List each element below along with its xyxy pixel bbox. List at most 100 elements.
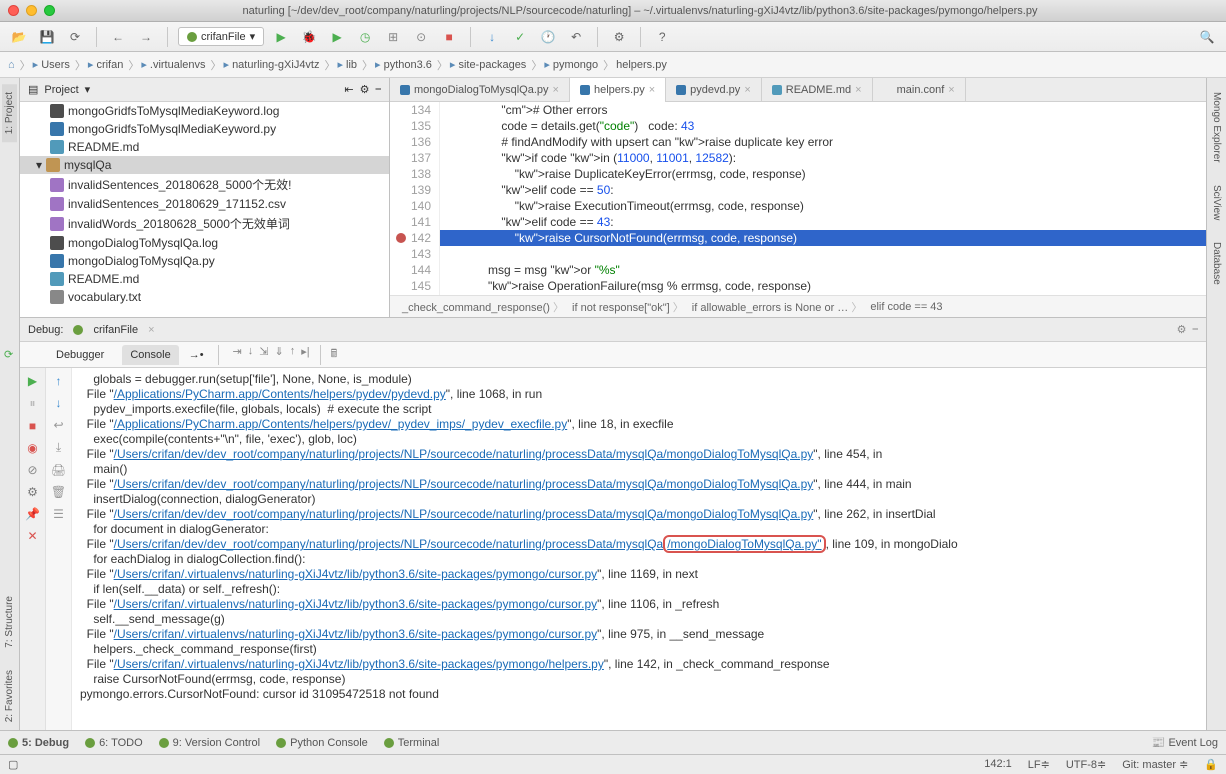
view-breakpoints-icon[interactable]: ◉ bbox=[27, 441, 37, 455]
status-icon[interactable]: ▢ bbox=[8, 758, 18, 771]
filter-icon[interactable]: ☰ bbox=[53, 507, 64, 521]
tree-item[interactable]: mongoGridfsToMysqlMediaKeyword.py bbox=[20, 120, 389, 138]
tree-item[interactable]: README.md bbox=[20, 138, 389, 156]
code-editor[interactable]: 134135136137138139140141142143144145146 … bbox=[390, 102, 1206, 295]
bottom-tab[interactable]: Terminal bbox=[384, 737, 440, 749]
editor-tab[interactable]: pydevd.py × bbox=[666, 78, 762, 102]
step-out-icon[interactable]: ↑ bbox=[290, 345, 296, 365]
settings-icon[interactable]: ⚙ bbox=[608, 26, 630, 48]
pause-icon[interactable]: ⏸ bbox=[29, 396, 35, 411]
pin-tab-icon[interactable]: 📌 bbox=[25, 507, 40, 521]
run-icon[interactable]: ▶ bbox=[270, 26, 292, 48]
tree-item[interactable]: invalidSentences_20180628_5000个无效! bbox=[20, 174, 389, 195]
tree-item[interactable]: ▾ mysqlQa bbox=[20, 156, 389, 174]
editor-breadcrumbs[interactable]: _check_command_response()if not response… bbox=[390, 295, 1206, 317]
open-file-icon[interactable]: 📂 bbox=[8, 26, 30, 48]
breadcrumb-item[interactable]: ▸ naturling-gXiJ4vtz bbox=[224, 57, 336, 73]
breadcrumb-item[interactable]: ▸ .virtualenvs bbox=[141, 57, 221, 73]
help-icon[interactable]: ? bbox=[651, 26, 673, 48]
vcs-update-icon[interactable]: ↓ bbox=[481, 26, 503, 48]
forward-icon[interactable]: → bbox=[135, 26, 157, 48]
line-ending[interactable]: LF≑ bbox=[1028, 758, 1050, 771]
home-icon[interactable]: ⌂ bbox=[8, 57, 31, 73]
stop-debug-icon[interactable]: ■ bbox=[29, 419, 36, 433]
bottom-tab[interactable]: Python Console bbox=[276, 737, 368, 749]
editor-tab[interactable]: mongoDialogToMysqlQa.py × bbox=[390, 78, 570, 102]
editor-tab[interactable]: main.conf × bbox=[873, 78, 966, 102]
readonly-lock-icon[interactable]: 🔒 bbox=[1204, 758, 1218, 771]
dropdown-icon[interactable]: ▾ bbox=[85, 83, 91, 96]
bottom-tab[interactable]: 9: Version Control bbox=[159, 737, 260, 749]
collapse-icon[interactable]: ⇤ bbox=[344, 83, 353, 96]
scroll-end-icon[interactable]: ⤓ bbox=[56, 440, 61, 455]
database-tab[interactable]: Database bbox=[1209, 234, 1224, 293]
vcs-revert-icon[interactable]: ↶ bbox=[565, 26, 587, 48]
minimize-window-button[interactable] bbox=[26, 5, 37, 16]
breadcrumb-item[interactable]: ▸ crifan bbox=[88, 57, 139, 73]
tree-item[interactable]: mongoDialogToMysqlQa.py bbox=[20, 252, 389, 270]
back-icon[interactable]: ← bbox=[107, 26, 129, 48]
breadcrumb-item[interactable]: ▸ pymongo bbox=[544, 57, 614, 73]
hide-panel-icon[interactable]: ⎯ bbox=[376, 83, 382, 96]
run-to-cursor-icon[interactable]: ▸| bbox=[301, 345, 309, 365]
file-encoding[interactable]: UTF-8≑ bbox=[1066, 758, 1106, 771]
rerun-icon[interactable]: ⟳ bbox=[4, 348, 13, 361]
settings-gear-icon[interactable]: ⚙ bbox=[360, 83, 370, 96]
maximize-window-button[interactable] bbox=[44, 5, 55, 16]
concurrency-icon[interactable]: ⊞ bbox=[382, 26, 404, 48]
print-icon[interactable]: 🖨 bbox=[51, 463, 66, 477]
console-output[interactable]: globals = debugger.run(setup['file'], No… bbox=[72, 368, 1206, 730]
console-pin-icon[interactable]: →• bbox=[189, 349, 204, 361]
debug-icon[interactable]: 🐞 bbox=[298, 26, 320, 48]
close-window-button[interactable] bbox=[8, 5, 19, 16]
editor-tab[interactable]: README.md × bbox=[762, 78, 873, 102]
vcs-commit-icon[interactable]: ✓ bbox=[509, 26, 531, 48]
debug-gear-icon[interactable]: ⚙ bbox=[1177, 323, 1187, 336]
project-tool-tab[interactable]: 1: Project bbox=[2, 84, 17, 142]
down-stack-icon[interactable]: ↓ bbox=[56, 396, 62, 410]
mongo-explorer-tab[interactable]: Mongo Explorer bbox=[1209, 84, 1224, 171]
project-tree[interactable]: mongoGridfsToMysqlMediaKeyword.log mongo… bbox=[20, 102, 389, 317]
evaluate-icon[interactable]: 🖩 bbox=[331, 345, 338, 365]
save-icon[interactable]: 💾 bbox=[36, 26, 58, 48]
caret-position[interactable]: 142:1 bbox=[984, 758, 1012, 771]
settings-debug-icon[interactable]: ⚙ bbox=[27, 485, 38, 499]
code-crumb[interactable]: if allowable_errors is None or … bbox=[692, 299, 863, 315]
soft-wrap-icon[interactable]: ↩ bbox=[53, 418, 63, 432]
close-session-icon[interactable]: × bbox=[148, 324, 154, 336]
tree-item[interactable]: mongoDialogToMysqlQa.log bbox=[20, 234, 389, 252]
refresh-icon[interactable]: ⟳ bbox=[64, 26, 86, 48]
breadcrumb-item[interactable]: ▸ python3.6 bbox=[375, 57, 448, 73]
debugger-tab[interactable]: Debugger bbox=[48, 345, 112, 365]
structure-tool-tab[interactable]: 7: Structure bbox=[2, 588, 17, 656]
close-debug-icon[interactable]: ✕ bbox=[27, 529, 37, 543]
event-log-tab[interactable]: 📰 Event Log bbox=[1152, 736, 1218, 749]
tree-item[interactable]: vocabulary.txt bbox=[20, 288, 389, 306]
breadcrumb-item[interactable]: ▸ site-packages bbox=[450, 57, 542, 73]
mute-breakpoints-icon[interactable]: ⊘ bbox=[27, 463, 37, 477]
code-crumb[interactable]: _check_command_response() bbox=[402, 299, 564, 315]
code-crumb[interactable]: elif code == 43 bbox=[870, 301, 942, 313]
tree-item[interactable]: invalidWords_20180628_5000个无效单词 bbox=[20, 213, 389, 234]
up-stack-icon[interactable]: ↑ bbox=[56, 374, 62, 388]
bottom-tab[interactable]: 5: Debug bbox=[8, 737, 69, 749]
code-content[interactable]: "cm"># Other errors code = details.get("… bbox=[440, 102, 1206, 295]
coverage-icon[interactable]: ▶ bbox=[326, 26, 348, 48]
sciview-tab[interactable]: SciView bbox=[1209, 177, 1224, 228]
editor-tab[interactable]: helpers.py × bbox=[570, 78, 666, 102]
resume-icon[interactable]: ▶ bbox=[28, 374, 37, 388]
tree-item[interactable]: README.md bbox=[20, 270, 389, 288]
stop-icon[interactable]: ■ bbox=[438, 26, 460, 48]
bottom-tab[interactable]: 6: TODO bbox=[85, 737, 143, 749]
tree-item[interactable]: mongoGridfsToMysqlMediaKeyword.log bbox=[20, 102, 389, 120]
force-step-icon[interactable]: ⇓ bbox=[274, 345, 283, 365]
breadcrumb-item[interactable]: ▸ Users bbox=[33, 57, 86, 73]
breadcrumb-item[interactable]: helpers.py bbox=[616, 59, 672, 71]
step-over-icon[interactable]: ⇥ bbox=[233, 345, 242, 365]
step-into-my-icon[interactable]: ⇲ bbox=[259, 345, 268, 365]
git-branch[interactable]: Git: master ≑ bbox=[1122, 758, 1188, 771]
vcs-history-icon[interactable]: 🕐 bbox=[537, 26, 559, 48]
console-tab[interactable]: Console bbox=[122, 345, 178, 365]
favorites-tool-tab[interactable]: 2: Favorites bbox=[2, 662, 17, 730]
run-configuration-select[interactable]: crifanFile ▾ bbox=[178, 27, 264, 46]
